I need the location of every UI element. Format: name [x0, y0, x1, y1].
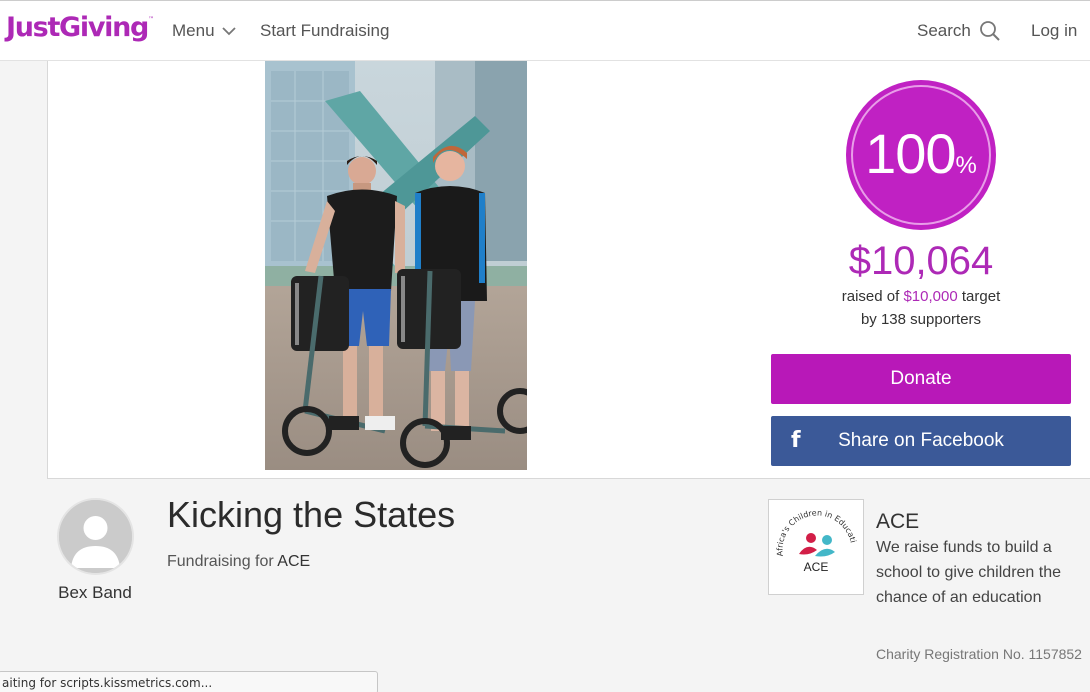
chevron-down-icon[interactable]	[221, 23, 237, 39]
charity-registration: Charity Registration No. 1157852	[876, 646, 1082, 662]
progress-ring: 100%	[846, 80, 996, 230]
fundraising-for: Fundraising for ACE	[167, 553, 311, 570]
owner-name[interactable]: Bex Band	[40, 583, 150, 603]
progress-percent: 100%	[865, 122, 977, 185]
target-amount: $10,000	[903, 288, 958, 305]
browser-status-bar: aiting for scripts.kissmetrics.com...	[0, 671, 378, 692]
donate-button[interactable]: Donate	[771, 354, 1071, 404]
share-facebook-button[interactable]: f Share on Facebook	[771, 416, 1071, 466]
svg-text:ACE: ACE	[804, 560, 829, 574]
supporters-text: by 138 supporters	[860, 311, 982, 328]
login-link[interactable]: Log in	[1031, 21, 1077, 41]
start-fundraising-link[interactable]: Start Fundraising	[260, 21, 389, 41]
search-link[interactable]: Search	[917, 21, 971, 41]
justgiving-logo[interactable]: JustGiving™	[6, 12, 154, 43]
page-title: Kicking the States	[167, 494, 456, 535]
target-text: raised of $10,000 target	[841, 288, 1001, 305]
facebook-icon: f	[791, 428, 801, 453]
amount-raised: $10,064	[848, 239, 994, 283]
menu-link[interactable]: Menu	[172, 21, 215, 41]
charity-description: We raise funds to build a school to give…	[876, 539, 1061, 606]
charity-logo[interactable]: Africa's Children in Education ACE	[766, 493, 864, 595]
charity-link[interactable]: ACE	[277, 553, 310, 570]
search-icon[interactable]	[979, 20, 1001, 42]
campaign-photo	[265, 61, 527, 470]
user-icon	[59, 500, 132, 573]
top-nav: JustGiving™ Menu Start Fundraising Searc…	[0, 0, 1090, 61]
supporters-count: 138 supporters	[880, 311, 982, 328]
owner-avatar[interactable]	[57, 498, 134, 575]
charity-name[interactable]: ACE	[876, 510, 919, 534]
